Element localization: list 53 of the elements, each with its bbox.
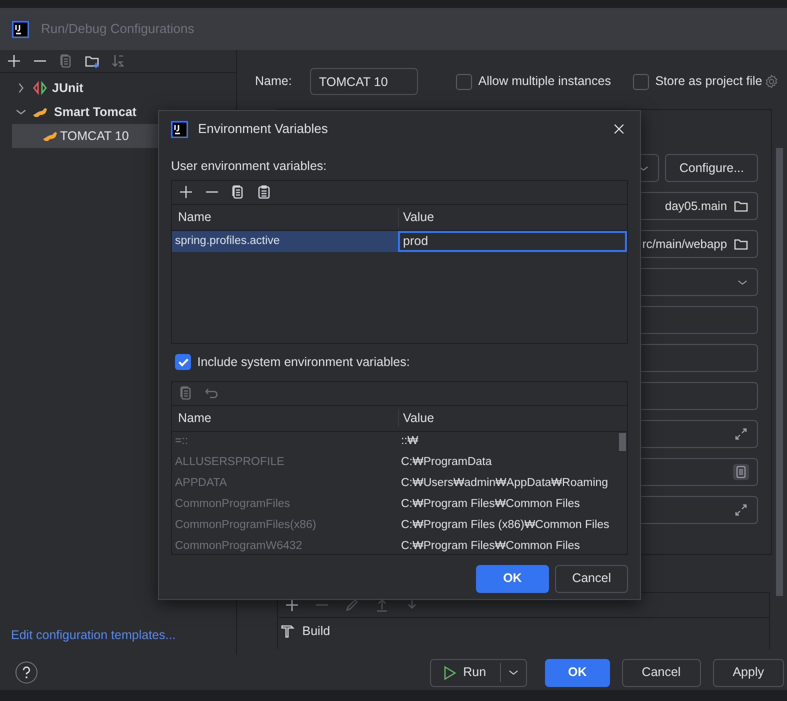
checkbox-label: Include system environment variables: xyxy=(197,354,410,371)
clipboard-icon[interactable] xyxy=(256,184,272,200)
table-cell-text: ::₩ xyxy=(400,434,418,450)
name-label: Name: xyxy=(255,73,293,90)
table-cell-text: C:₩Program Files (x86)₩Common Files xyxy=(400,518,610,534)
table-cell-text: CommonProgramW6432 xyxy=(174,539,304,554)
column-header: Name xyxy=(177,410,212,427)
help-icon[interactable] xyxy=(15,661,38,684)
scrollbar[interactable] xyxy=(776,148,783,596)
column-header: Name xyxy=(177,208,212,226)
column-header: Value xyxy=(398,208,627,227)
dialog-button[interactable]: Cancel xyxy=(622,658,701,686)
expand-icon[interactable] xyxy=(733,502,749,518)
dialog-button[interactable]: Apply xyxy=(712,658,784,686)
table-cell-text: CommonProgramFiles(x86) xyxy=(174,518,318,534)
checkbox[interactable] xyxy=(175,354,191,370)
table-row[interactable]: spring.profiles.active prod xyxy=(172,230,627,252)
sort-icon[interactable] xyxy=(110,53,126,69)
name-field[interactable]: TOMCAT 10 xyxy=(310,68,418,95)
add-icon[interactable] xyxy=(178,184,194,200)
checkbox-label: Store as project file xyxy=(655,73,762,90)
close-icon[interactable] xyxy=(612,122,626,136)
scroll-thumb[interactable] xyxy=(619,432,626,450)
window-title: Run/Debug Configurations xyxy=(41,20,194,38)
hammer-icon xyxy=(280,623,296,640)
cancel-button[interactable]: Cancel xyxy=(555,564,628,592)
configure-button[interactable]: Configure... xyxy=(665,154,758,182)
expand-icon[interactable] xyxy=(733,426,749,442)
table-cell-text: C:₩Users₩admin₩AppData₩Roaming xyxy=(400,476,608,492)
edit-templates-link[interactable]: Edit configuration templates... xyxy=(11,628,176,642)
checkbox[interactable] xyxy=(632,74,649,90)
table-cell-text: C:₩Program Files₩Common Files xyxy=(400,497,580,512)
checkbox[interactable] xyxy=(456,74,472,90)
task-label: Build xyxy=(302,623,330,640)
table-cell-text: CommonProgramFiles xyxy=(174,497,292,512)
app-logo-icon xyxy=(12,20,29,38)
table-cell-text: APPDATA xyxy=(174,476,228,492)
checkbox-label: Allow multiple instances xyxy=(478,73,611,90)
table-cell-text: C:₩ProgramData xyxy=(400,455,492,470)
table-cell-text: ALLUSERSPROFILE xyxy=(174,455,286,470)
section-label: User environment variables: xyxy=(171,158,328,175)
ok-button[interactable]: OK xyxy=(545,658,610,686)
add-icon[interactable] xyxy=(284,597,300,613)
column-header: Value xyxy=(398,408,627,428)
run-split-button[interactable]: Run xyxy=(430,658,528,686)
document-icon[interactable] xyxy=(733,464,749,480)
add-icon[interactable] xyxy=(6,53,22,69)
app-logo-icon xyxy=(171,120,188,138)
ok-button[interactable]: OK xyxy=(476,564,549,592)
table-cell-text: C:₩Program Files₩Common Files xyxy=(400,539,580,554)
tree-item[interactable]: JUnit xyxy=(0,76,236,100)
settings-icon[interactable] xyxy=(764,74,780,89)
table-cell-text: =:: xyxy=(174,434,190,450)
